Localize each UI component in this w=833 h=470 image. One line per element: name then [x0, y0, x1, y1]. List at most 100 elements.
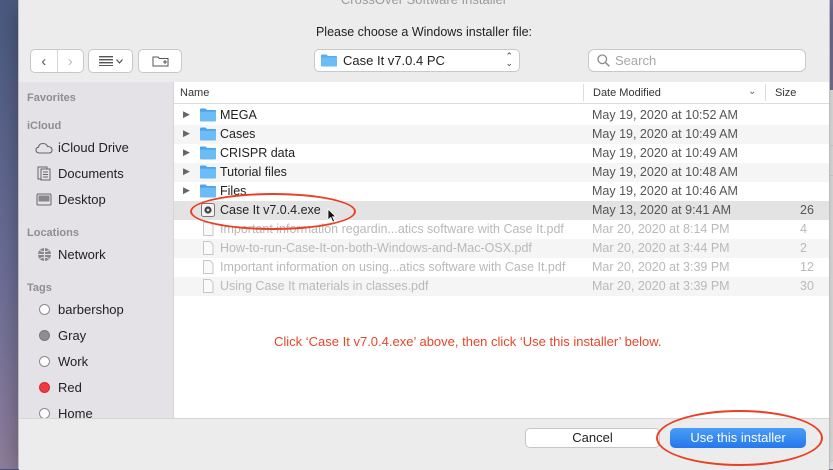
file-name: Important information regardin...atics s…: [220, 222, 564, 236]
file-date: Mar 20, 2020 at 3:39 PM: [592, 260, 730, 274]
sidebar-item-label: Network: [58, 247, 106, 262]
sidebar-tag-work[interactable]: Work: [35, 354, 88, 369]
sidebar-item-label: Red: [58, 380, 82, 395]
new-folder-button[interactable]: [138, 49, 182, 73]
sidebar-item-label: Desktop: [58, 192, 106, 207]
file-size: 12: [800, 260, 814, 274]
folder-icon: [321, 54, 337, 67]
sort-chevron-icon: ⌄: [748, 86, 757, 97]
updown-chevron-icon: ⌃ ⌄: [505, 51, 513, 68]
file-date: May 19, 2020 at 10:49 AM: [592, 127, 738, 141]
folder-row-crispr-data[interactable]: ▶ CRISPR data May 19, 2020 at 10:49 AM: [174, 144, 829, 163]
file-name: Files: [220, 184, 247, 198]
chevron-right-icon: ›: [67, 52, 73, 70]
folder-row-tutorial-files[interactable]: ▶ Tutorial files May 19, 2020 at 10:48 A…: [174, 163, 829, 182]
folder-icon: [200, 184, 216, 198]
sidebar-header-favorites: Favorites: [27, 92, 76, 104]
list-view-icon: [98, 56, 113, 66]
folder-row-mega[interactable]: ▶ MEGA May 19, 2020 at 10:52 AM: [174, 106, 829, 125]
folder-row-files[interactable]: ▶ Files May 19, 2020 at 10:46 AM: [174, 182, 829, 201]
disclosure-triangle-icon[interactable]: ▶: [183, 147, 190, 158]
view-mode-button[interactable]: [88, 49, 133, 73]
instruction-annotation: Click ‘Case It v7.0.4.exe’ above, then c…: [274, 334, 662, 349]
file-row-pdf: Using Case It materials in classes.pdf M…: [174, 277, 829, 296]
file-list: Name Date Modified ⌄ Size ▶ MEGA May 19,…: [174, 82, 829, 418]
sidebar-item-label: Gray: [58, 328, 87, 343]
file-name: Case It v7.0.4.exe: [220, 203, 321, 217]
chevron-left-icon: ‹: [41, 52, 47, 70]
sidebar: Favorites iCloud iCloud Drive Documents …: [19, 82, 174, 418]
sidebar-item-label: Documents: [58, 166, 124, 181]
file-date: May 19, 2020 at 10:48 AM: [592, 165, 738, 179]
exe-file-icon: [201, 203, 215, 217]
file-name: Tutorial files: [220, 165, 287, 179]
sidebar-tag-red[interactable]: Red: [35, 380, 82, 395]
tag-dot-icon: [38, 356, 50, 367]
folder-icon: [200, 108, 216, 122]
file-date: Mar 20, 2020 at 3:44 PM: [592, 241, 730, 255]
sidebar-item-label: Work: [58, 354, 89, 369]
column-header-date[interactable]: Date Modified: [593, 87, 661, 99]
file-size: 2: [800, 241, 807, 255]
disclosure-triangle-icon[interactable]: ▶: [183, 128, 190, 139]
sidebar-header-icloud: iCloud: [27, 120, 62, 132]
search-icon: [597, 54, 610, 67]
tag-dot-icon: [38, 330, 50, 341]
pdf-file-icon: [203, 241, 214, 255]
search-field[interactable]: Search: [588, 49, 806, 72]
back-button[interactable]: ‹: [31, 50, 57, 72]
sidebar-item-network[interactable]: Network: [35, 247, 106, 262]
sidebar-tag-barbershop[interactable]: barbershop: [35, 302, 124, 317]
search-input[interactable]: Search: [615, 53, 656, 68]
file-date: May 13, 2020 at 9:41 AM: [592, 203, 731, 217]
disclosure-triangle-icon[interactable]: ▶: [183, 166, 190, 177]
file-row-case-it-exe[interactable]: Case It v7.0.4.exe May 13, 2020 at 9:41 …: [174, 201, 829, 220]
folder-icon: [200, 165, 216, 179]
column-header-size[interactable]: Size: [775, 87, 796, 99]
pdf-file-icon: [203, 260, 214, 274]
location-popup[interactable]: Case It v7.0.4 PC ⌃ ⌄: [314, 49, 520, 72]
cloud-icon: [35, 142, 53, 154]
sidebar-header-tags: Tags: [27, 282, 52, 294]
forward-button[interactable]: ›: [56, 50, 84, 72]
file-size: 4: [800, 222, 807, 236]
file-date: May 19, 2020 at 10:49 AM: [592, 146, 738, 160]
file-row-pdf: Important information regardin...atics s…: [174, 220, 829, 239]
folder-row-cases[interactable]: ▶ Cases May 19, 2020 at 10:49 AM: [174, 125, 829, 144]
location-label: Case It v7.0.4 PC: [343, 53, 445, 68]
use-installer-button[interactable]: Use this installer: [670, 428, 806, 448]
file-date: Mar 20, 2020 at 3:39 PM: [592, 279, 730, 293]
sidebar-item-documents[interactable]: Documents: [35, 166, 124, 181]
back-forward-group: ‹ ›: [30, 49, 84, 73]
tag-dot-icon: [38, 304, 50, 315]
disclosure-triangle-icon[interactable]: ▶: [183, 109, 190, 120]
new-folder-icon: [152, 56, 168, 67]
cancel-button[interactable]: Cancel: [525, 428, 660, 448]
file-row-pdf: How-to-run-Case-It-on-both-Windows-and-M…: [174, 239, 829, 258]
disclosure-triangle-icon[interactable]: ▶: [183, 185, 190, 196]
sidebar-tag-home[interactable]: Home: [35, 406, 93, 418]
folder-icon: [200, 146, 216, 160]
file-size: 26: [800, 203, 814, 217]
sidebar-tag-gray[interactable]: Gray: [35, 328, 86, 343]
file-name: CRISPR data: [220, 146, 296, 160]
folder-icon: [200, 127, 216, 141]
tag-dot-icon: [38, 408, 50, 418]
sidebar-item-label: Home: [58, 406, 93, 418]
sidebar-header-locations: Locations: [27, 227, 79, 239]
file-name: Cases: [220, 127, 256, 141]
column-header-name[interactable]: Name: [180, 87, 209, 99]
file-row-pdf: Important information on using...atics s…: [174, 258, 829, 277]
column-divider[interactable]: [583, 84, 584, 101]
sidebar-item-icloud-drive[interactable]: iCloud Drive: [35, 140, 129, 155]
chevron-down-icon: [115, 58, 123, 64]
dialog-footer: Cancel Use this installer: [19, 418, 829, 470]
window-title: CrossOver Software Installer: [19, 0, 829, 8]
file-size: 30: [800, 279, 814, 293]
tag-dot-icon: [38, 382, 50, 393]
column-divider[interactable]: [765, 84, 766, 101]
sidebar-item-desktop[interactable]: Desktop: [35, 192, 106, 207]
file-name: MEGA: [220, 108, 257, 122]
column-header-bar: Name Date Modified ⌄ Size: [174, 82, 829, 104]
sidebar-item-label: barbershop: [58, 302, 124, 317]
